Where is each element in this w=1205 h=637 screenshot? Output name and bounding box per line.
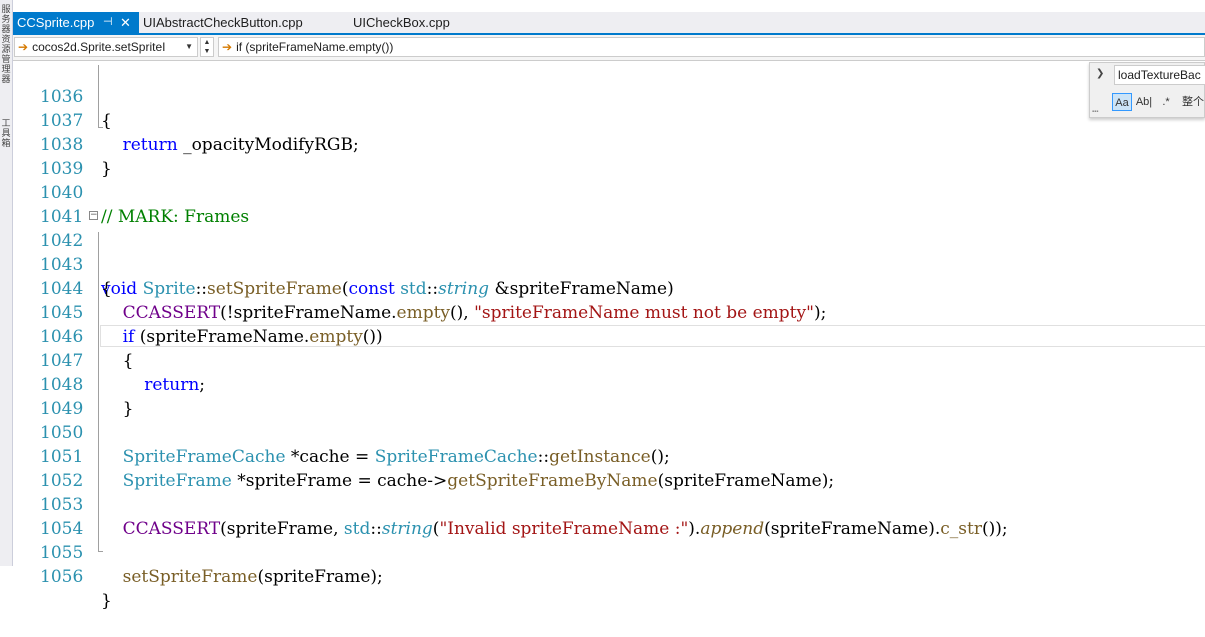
left-tool-strip: 服务器资源管理器 工具箱: [0, 0, 13, 566]
code-line: 1043 {: [13, 229, 1205, 299]
find-widget: ❯ loadTextureBac Aa Ab| .* 整个 ▪▪▪: [1089, 62, 1205, 118]
code-text: }: [101, 591, 112, 611]
code-line: 1036 {: [13, 61, 1205, 131]
scope-dropdown-value: cocos2d.Sprite.setSpriteI: [32, 40, 166, 54]
regex-toggle[interactable]: .*: [1156, 93, 1176, 111]
code-line: 1040 // MARK: Frames: [13, 157, 1205, 227]
toolbox-tab[interactable]: 工具箱: [0, 118, 12, 148]
close-icon[interactable]: ✕: [120, 12, 131, 33]
server-explorer-tab[interactable]: 服务器资源管理器: [0, 4, 12, 84]
scope-dropdown[interactable]: ➔ cocos2d.Sprite.setSpriteI ▼: [14, 37, 198, 57]
member-dropdown-value: if (spriteFrameName.empty()): [236, 40, 394, 54]
code-line: 1048 }: [13, 349, 1205, 419]
code-line: 1045 if (spriteFrameName.empty()): [13, 277, 1205, 347]
code-line: 1042 − void Sprite::setSpriteFrame(const…: [13, 205, 1205, 300]
code-line: 1050 SpriteFrameCache *cache = SpriteFra…: [13, 397, 1205, 467]
pin-icon[interactable]: ⊣: [103, 12, 113, 33]
spin-up-icon[interactable]: ▲: [201, 38, 213, 47]
code-line: 1056 }: [13, 541, 1205, 611]
code-line: 1038 }: [13, 109, 1205, 179]
spin-down-icon[interactable]: ▼: [201, 47, 213, 56]
member-dropdown[interactable]: ➔ if (spriteFrameName.empty()): [218, 37, 1205, 57]
tab-label: UIAbstractCheckButton.cpp: [143, 15, 303, 30]
find-input[interactable]: loadTextureBac: [1114, 65, 1205, 85]
code-line: 1047 return;: [13, 325, 1205, 395]
member-arrow-icon: ➔: [222, 40, 233, 54]
match-case-toggle[interactable]: Aa: [1112, 93, 1132, 111]
code-line: 1053 CCASSERT(spriteFrame, std::string("…: [13, 469, 1205, 539]
tab-ccsprite[interactable]: CCSprite.cpp ⊣ ✕: [13, 12, 139, 33]
collapse-icon[interactable]: −: [89, 211, 98, 220]
chevron-down-icon: ▼: [185, 42, 193, 51]
code-line: 1044 CCASSERT(!spriteFrameName.empty(), …: [13, 253, 1205, 323]
scope-spinner[interactable]: ▲ ▼: [200, 37, 214, 57]
match-whole-word-toggle[interactable]: Ab|: [1134, 93, 1154, 111]
tab-label: UICheckBox.cpp: [353, 15, 450, 30]
code-line: 1037 return _opacityModifyRGB;: [13, 85, 1205, 155]
scope-selector[interactable]: 整个: [1180, 93, 1205, 111]
tab-uiabstractcheckbutton[interactable]: UIAbstractCheckButton.cpp: [139, 12, 349, 33]
code-editor[interactable]: 1036 { 1037 return _opacityModifyRGB; 10…: [13, 61, 1205, 611]
code-text: setSpriteFrame(spriteFrame);: [122, 567, 383, 587]
resize-grip-icon[interactable]: ▪▪▪: [1092, 109, 1098, 115]
member-arrow-icon: ➔: [18, 40, 29, 54]
code-line: 1051 SpriteFrame *spriteFrame = cache->g…: [13, 421, 1205, 491]
code-line: 1054: [13, 493, 1205, 539]
code-line: 1052: [13, 445, 1205, 491]
line-number: 1056: [40, 567, 84, 587]
code-line: 1041: [13, 181, 1205, 227]
document-tab-strip: CCSprite.cpp ⊣ ✕ UIAbstractCheckButton.c…: [13, 12, 1205, 33]
tab-uicheckbox[interactable]: UICheckBox.cpp: [349, 12, 489, 33]
code-line: 1049: [13, 373, 1205, 419]
navigation-bar: ➔ cocos2d.Sprite.setSpriteI ▼ ▲ ▼ ➔ if (sp…: [13, 35, 1205, 61]
code-line: 1039: [13, 133, 1205, 179]
tab-label: CCSprite.cpp: [17, 15, 95, 30]
code-line: 1046 {: [13, 301, 1205, 371]
expand-replace-icon[interactable]: ❯: [1096, 68, 1104, 79]
code-line: 1055 setSpriteFrame(spriteFrame);: [13, 517, 1205, 587]
